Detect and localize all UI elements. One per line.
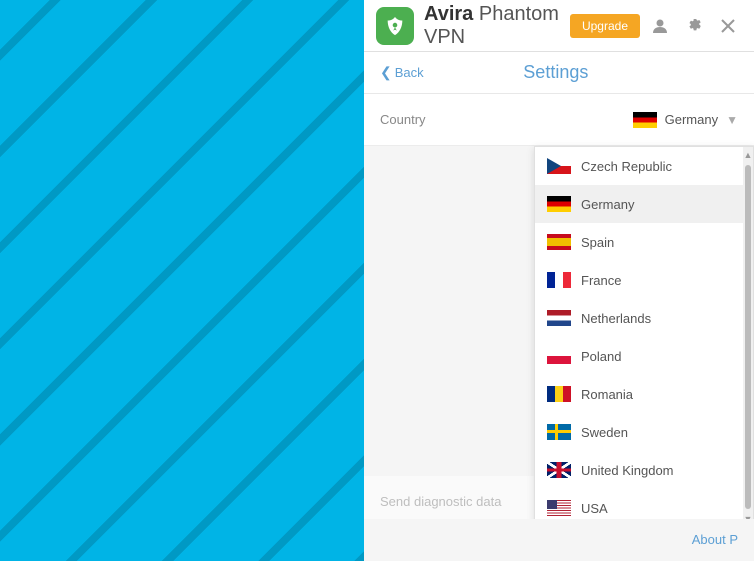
chevron-down-icon: ▼	[726, 113, 738, 127]
back-chevron-icon: ❮	[380, 64, 392, 81]
about-link[interactable]: About P	[692, 532, 738, 547]
close-icon	[721, 19, 735, 33]
list-item[interactable]: Poland	[535, 337, 753, 375]
list-item[interactable]: USA	[535, 489, 753, 519]
list-item[interactable]: France	[535, 261, 753, 299]
send-diagnostic-label: Send diagnostic data	[380, 494, 501, 509]
list-item[interactable]: Germany	[535, 185, 753, 223]
footer: About P	[364, 519, 754, 561]
scroll-up-arrow[interactable]: ▲	[743, 147, 753, 163]
settings-content: Country Germany ▼ Czech Republic Germany…	[364, 94, 754, 519]
page-title: Settings	[424, 62, 688, 83]
uk-flag	[547, 462, 571, 478]
user-icon	[652, 18, 668, 34]
dropdown-scrollbar[interactable]: ▲ ▼	[743, 147, 753, 519]
list-item[interactable]: Sweden	[535, 413, 753, 451]
scroll-down-arrow[interactable]: ▼	[743, 511, 753, 519]
country-row: Country Germany ▼	[364, 94, 754, 146]
country-label: Country	[380, 112, 426, 127]
topbar-actions: Upgrade	[570, 12, 742, 40]
netherlands-flag	[547, 310, 571, 326]
gear-icon	[686, 18, 702, 34]
poland-flag	[547, 348, 571, 364]
list-item[interactable]: Romania	[535, 375, 753, 413]
upgrade-button[interactable]: Upgrade	[570, 14, 640, 38]
usa-flag	[547, 500, 571, 516]
gear-icon-button[interactable]	[680, 12, 708, 40]
list-item[interactable]: Czech Republic	[535, 147, 753, 185]
romania-flag	[547, 386, 571, 402]
country-selector[interactable]: Germany ▼	[633, 112, 738, 128]
sweden-flag	[547, 424, 571, 440]
back-button[interactable]: ❮ Back	[380, 64, 424, 81]
app-logo	[376, 7, 414, 45]
czech-flag	[547, 158, 571, 174]
main-panel: Avira Phantom VPN Upgrade	[364, 0, 754, 561]
topbar: Avira Phantom VPN Upgrade	[364, 0, 754, 52]
country-dropdown: Czech Republic Germany Spain France	[534, 146, 754, 519]
scroll-thumb[interactable]	[745, 165, 751, 509]
list-item[interactable]: Netherlands	[535, 299, 753, 337]
list-item[interactable]: Spain	[535, 223, 753, 261]
app-title: Avira Phantom VPN	[424, 3, 570, 49]
selected-country: Germany	[665, 112, 718, 127]
close-icon-button[interactable]	[714, 12, 742, 40]
france-flag	[547, 272, 571, 288]
vpn-shield-icon	[384, 15, 406, 37]
settings-header: ❮ Back Settings	[364, 52, 754, 94]
germany-flag	[633, 112, 657, 128]
spain-flag	[547, 234, 571, 250]
germany-flag-option	[547, 196, 571, 212]
user-icon-button[interactable]	[646, 12, 674, 40]
list-item[interactable]: United Kingdom	[535, 451, 753, 489]
